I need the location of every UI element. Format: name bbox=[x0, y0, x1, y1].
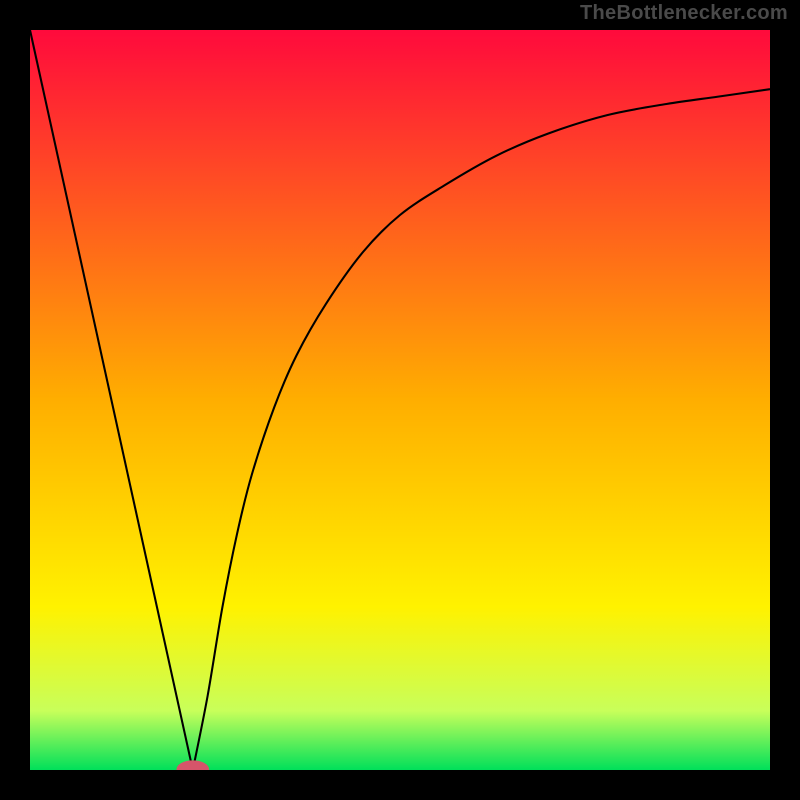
attribution-label: TheBottlenecker.com bbox=[580, 2, 788, 25]
plot-area bbox=[30, 30, 770, 770]
chart-frame: TheBottlenecker.com bbox=[0, 0, 800, 800]
gradient-background bbox=[30, 30, 770, 770]
bottleneck-curve-chart bbox=[30, 30, 770, 770]
